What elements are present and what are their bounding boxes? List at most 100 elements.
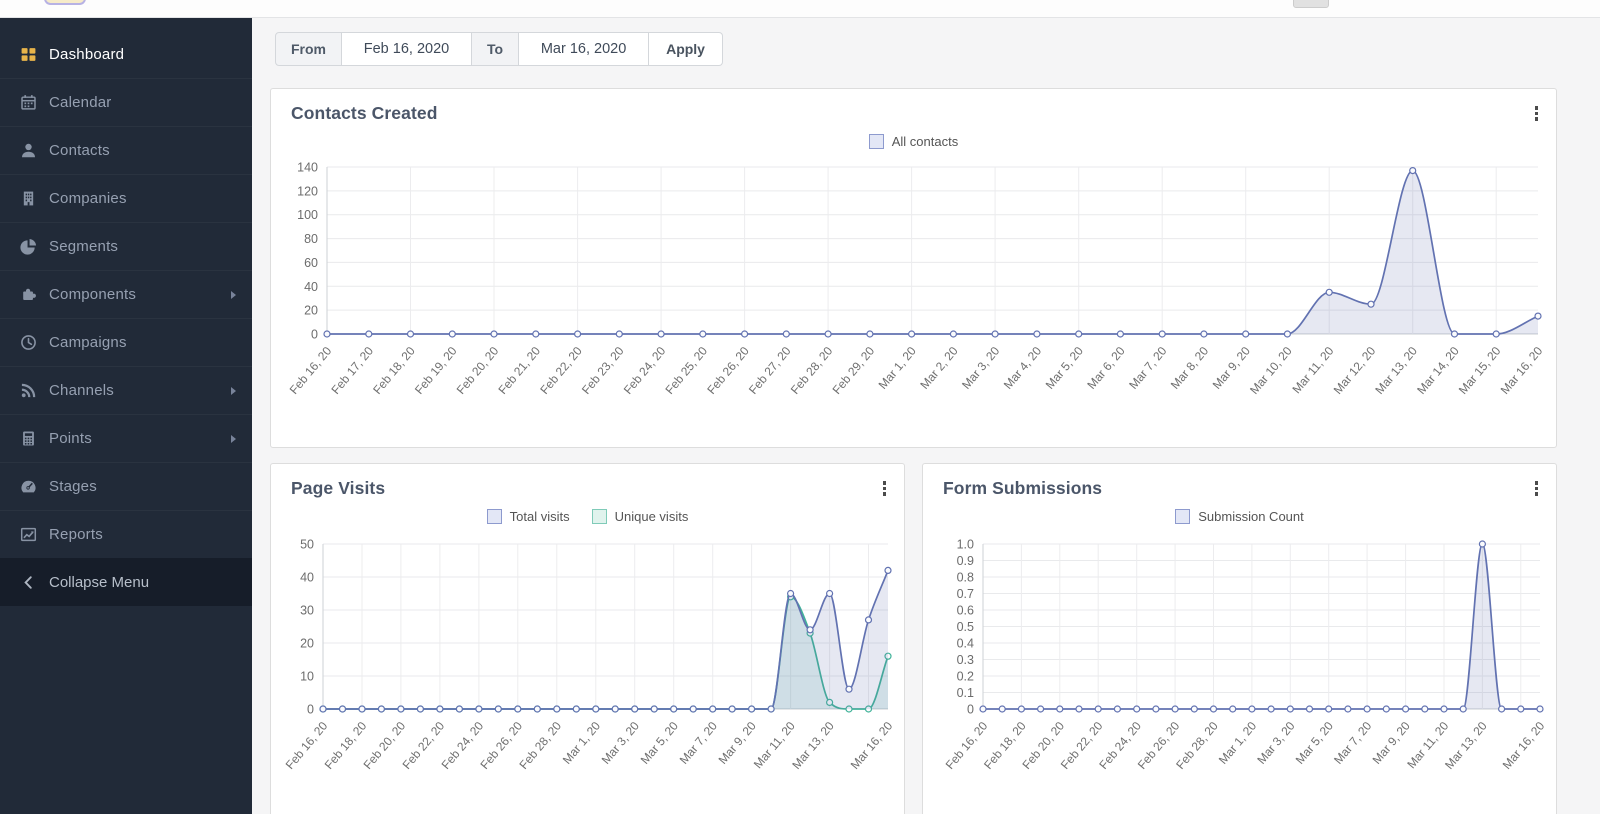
clock-icon xyxy=(19,334,37,351)
sidebar-item-segments[interactable]: Segments xyxy=(0,222,252,270)
svg-text:Feb 29, 20: Feb 29, 20 xyxy=(830,344,878,397)
sidebar-item-label: Campaigns xyxy=(49,334,127,351)
svg-text:Mar 5, 20: Mar 5, 20 xyxy=(1043,344,1087,392)
sidebar-item-label: Channels xyxy=(49,382,114,399)
sidebar-item-campaigns[interactable]: Campaigns xyxy=(0,318,252,366)
svg-text:0: 0 xyxy=(967,703,974,717)
chart-legend: Submission Count xyxy=(923,508,1556,525)
from-label: From xyxy=(275,32,342,66)
kebab-menu-icon[interactable] xyxy=(1531,103,1543,124)
sidebar-item-contacts[interactable]: Contacts xyxy=(0,126,252,174)
tachometer-icon xyxy=(19,478,37,495)
legend-swatch xyxy=(592,509,607,524)
svg-text:Mar 16, 20: Mar 16, 20 xyxy=(1500,719,1548,772)
svg-text:0.7: 0.7 xyxy=(957,587,974,601)
svg-text:Feb 20, 20: Feb 20, 20 xyxy=(454,344,502,397)
chevron-right-icon xyxy=(231,291,236,299)
panel-title-page-visits: Page Visits xyxy=(291,478,385,499)
svg-text:Mar 5, 20: Mar 5, 20 xyxy=(1293,719,1337,767)
svg-text:40: 40 xyxy=(300,571,314,585)
svg-text:Feb 17, 20: Feb 17, 20 xyxy=(328,344,376,397)
sidebar-item-label: Components xyxy=(49,286,136,303)
svg-text:Mar 7, 20: Mar 7, 20 xyxy=(677,719,721,767)
legend-label: Total visits xyxy=(510,509,570,524)
svg-text:50: 50 xyxy=(300,538,314,552)
svg-text:0.2: 0.2 xyxy=(957,670,974,684)
contacts-created-chart: 020406080100120140Feb 16, 20Feb 17, 20Fe… xyxy=(279,155,1550,445)
svg-text:Mar 6, 20: Mar 6, 20 xyxy=(1084,344,1128,392)
svg-text:Mar 16, 20: Mar 16, 20 xyxy=(1498,344,1546,397)
svg-text:Feb 16, 20: Feb 16, 20 xyxy=(287,344,335,397)
legend-item-submission-count[interactable]: Submission Count xyxy=(1175,509,1304,524)
svg-text:Feb 24, 20: Feb 24, 20 xyxy=(621,344,669,397)
top-toolbar-cutoff xyxy=(0,0,1600,18)
th-large-icon xyxy=(19,46,37,63)
kebab-menu-icon[interactable] xyxy=(879,478,891,499)
svg-text:Mar 3, 20: Mar 3, 20 xyxy=(959,344,1003,392)
legend-item-all-contacts[interactable]: All contacts xyxy=(869,134,958,149)
sidebar-item-label: Calendar xyxy=(49,94,111,111)
sidebar-item-label: Dashboard xyxy=(49,46,124,63)
svg-text:60: 60 xyxy=(304,256,318,270)
panel-contacts-created: Contacts Created All contacts 0204060801… xyxy=(270,88,1557,448)
panel-page-visits: Page Visits Total visitsUnique visits 01… xyxy=(270,463,905,814)
puzzle-piece-icon xyxy=(19,286,37,303)
svg-text:0.6: 0.6 xyxy=(957,604,974,618)
x-axis-labels: Feb 16, 20Feb 17, 20Feb 18, 20Feb 19, 20… xyxy=(287,344,1546,397)
sidebar-item-stages[interactable]: Stages xyxy=(0,462,252,510)
apply-button[interactable]: Apply xyxy=(649,32,723,66)
line-chart-icon xyxy=(19,526,37,543)
svg-text:Mar 1, 20: Mar 1, 20 xyxy=(1216,719,1260,767)
sidebar-item-companies[interactable]: Companies xyxy=(0,174,252,222)
collapse-menu-button[interactable]: Collapse Menu xyxy=(0,558,252,606)
sidebar-nav: Dashboard Calendar ContactsCompanies Segmen… xyxy=(0,18,252,558)
sidebar-item-channels[interactable]: Channels xyxy=(0,366,252,414)
legend-item-unique-visits[interactable]: Unique visits xyxy=(592,509,689,524)
collapse-menu-label: Collapse Menu xyxy=(49,574,149,591)
sidebar-item-points[interactable]: Points xyxy=(0,414,252,462)
svg-text:Feb 21, 20: Feb 21, 20 xyxy=(495,344,543,397)
svg-text:20: 20 xyxy=(304,304,318,318)
legend-swatch xyxy=(869,134,884,149)
svg-text:Feb 28, 20: Feb 28, 20 xyxy=(516,719,564,772)
sidebar-item-label: Points xyxy=(49,430,92,447)
legend-item-total-visits[interactable]: Total visits xyxy=(487,509,570,524)
svg-text:0: 0 xyxy=(307,703,314,717)
panel-title-contacts-created: Contacts Created xyxy=(291,103,438,124)
svg-text:Mar 15, 20: Mar 15, 20 xyxy=(1456,344,1504,397)
svg-text:Mar 3, 20: Mar 3, 20 xyxy=(599,719,643,767)
sidebar-item-components[interactable]: Components xyxy=(0,270,252,318)
legend-label: Submission Count xyxy=(1198,509,1304,524)
svg-text:Mar 1, 20: Mar 1, 20 xyxy=(560,719,604,767)
svg-text:120: 120 xyxy=(297,184,318,198)
svg-text:0.9: 0.9 xyxy=(957,554,974,568)
svg-text:Mar 13, 20: Mar 13, 20 xyxy=(1372,344,1420,397)
kebab-menu-icon[interactable] xyxy=(1531,478,1543,499)
svg-text:Mar 10, 20: Mar 10, 20 xyxy=(1247,344,1295,397)
svg-text:Mar 13, 20: Mar 13, 20 xyxy=(789,719,837,772)
svg-text:0.8: 0.8 xyxy=(957,571,974,585)
sidebar-item-label: Segments xyxy=(49,238,118,255)
sidebar-item-label: Stages xyxy=(49,478,97,495)
series-total-visits xyxy=(320,567,891,712)
to-date-input[interactable] xyxy=(519,32,649,66)
sidebar-item-calendar[interactable]: Calendar xyxy=(0,78,252,126)
screen: Dashboard Calendar ContactsCompanies Segmen… xyxy=(0,0,1600,814)
series-all-contacts xyxy=(324,168,1541,337)
from-date-input[interactable] xyxy=(342,32,472,66)
svg-text:40: 40 xyxy=(304,280,318,294)
svg-text:Feb 28, 20: Feb 28, 20 xyxy=(788,344,836,397)
sidebar-item-reports[interactable]: Reports xyxy=(0,510,252,558)
chart-legend: Total visits Unique visits xyxy=(271,508,904,525)
cutoff-button[interactable] xyxy=(1293,0,1329,8)
svg-text:Mar 5, 20: Mar 5, 20 xyxy=(638,719,682,767)
cutoff-brand-pill xyxy=(44,0,86,5)
calendar-icon xyxy=(19,94,37,111)
calculator-icon xyxy=(19,430,37,447)
sidebar-item-dashboard[interactable]: Dashboard xyxy=(0,30,252,78)
legend-swatch xyxy=(1175,509,1190,524)
y-axis-labels: 020406080100120140 xyxy=(297,161,318,342)
svg-text:Feb 18, 20: Feb 18, 20 xyxy=(370,344,418,397)
svg-text:20: 20 xyxy=(300,637,314,651)
svg-text:Mar 4, 20: Mar 4, 20 xyxy=(1001,344,1045,392)
